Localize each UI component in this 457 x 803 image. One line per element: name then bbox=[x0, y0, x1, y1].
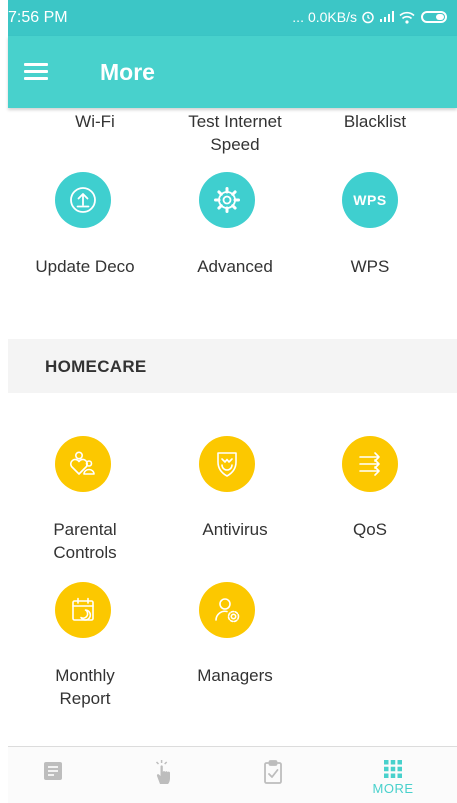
upload-icon[interactable] bbox=[55, 172, 111, 228]
wps-icon[interactable]: WPS bbox=[342, 172, 398, 228]
more-indicator: ... bbox=[292, 9, 304, 25]
tile-blacklist[interactable]: Blacklist bbox=[305, 110, 445, 133]
tile-label: Antivirus bbox=[202, 520, 268, 539]
homecare-section-header: HOMECARE bbox=[8, 339, 457, 393]
tile-test-internet-speed[interactable]: Test Internet Speed bbox=[165, 110, 305, 156]
gear-icon[interactable] bbox=[199, 172, 255, 228]
tile-label: Monthly bbox=[55, 666, 115, 685]
tile-parental-controls[interactable]: Parental Controls bbox=[15, 518, 155, 564]
section-title: HOMECARE bbox=[45, 357, 147, 376]
calendar-icon[interactable] bbox=[55, 582, 111, 638]
tile-label: Managers bbox=[197, 666, 273, 685]
qos-icon[interactable] bbox=[342, 436, 398, 492]
alarm-icon bbox=[362, 11, 374, 24]
tile-label: Parental bbox=[53, 520, 117, 539]
tile-label: Advanced bbox=[197, 257, 273, 276]
touch-icon bbox=[155, 760, 170, 784]
tile-label: Wi-Fi bbox=[75, 112, 115, 131]
tile-label: Blacklist bbox=[343, 112, 407, 131]
status-indicators: ... 0.0KB/s bbox=[292, 9, 447, 25]
nav-item-more[interactable]: MORE bbox=[348, 747, 438, 803]
nav-label-more: MORE bbox=[372, 781, 414, 796]
signal-icon bbox=[380, 11, 394, 22]
menu-icon[interactable] bbox=[24, 63, 48, 81]
tile-label: Speed bbox=[210, 135, 260, 154]
tile-label: WPS bbox=[350, 257, 390, 276]
tile-monthly-report[interactable]: Monthly Report bbox=[15, 664, 155, 710]
nav-item-clipboard[interactable] bbox=[228, 747, 318, 803]
status-bar: 7:56 PM ... 0.0KB/s bbox=[8, 0, 457, 36]
wifi-icon bbox=[399, 11, 415, 24]
app-bar: More bbox=[8, 36, 457, 108]
tile-label: Report bbox=[59, 689, 111, 708]
tile-advanced[interactable]: Advanced bbox=[165, 255, 305, 278]
parental-controls-icon[interactable] bbox=[55, 436, 111, 492]
more-content[interactable]: Wi-Fi Test Internet Speed Blacklist Upda… bbox=[8, 108, 457, 746]
tile-label: Test Internet bbox=[188, 112, 282, 131]
tile-label: Controls bbox=[53, 543, 117, 562]
tile-managers[interactable]: Managers bbox=[165, 664, 305, 687]
tile-wifi[interactable]: Wi-Fi bbox=[25, 110, 165, 133]
tile-label: Update Deco bbox=[35, 257, 135, 276]
status-time: 7:56 PM bbox=[8, 9, 68, 26]
bottom-navigation: MORE bbox=[8, 746, 457, 803]
tile-label: QoS bbox=[352, 520, 388, 539]
wps-icon-text: WPS bbox=[353, 192, 387, 208]
battery-icon bbox=[421, 11, 447, 23]
nav-item-touch[interactable] bbox=[118, 747, 208, 803]
overview-icon bbox=[44, 762, 62, 780]
tile-wps[interactable]: WPS bbox=[300, 255, 440, 278]
nav-item-overview[interactable] bbox=[8, 747, 98, 803]
tile-antivirus[interactable]: Antivirus bbox=[165, 518, 305, 541]
shield-icon[interactable] bbox=[199, 436, 255, 492]
manager-icon[interactable] bbox=[199, 582, 255, 638]
tile-update-deco[interactable]: Update Deco bbox=[15, 255, 155, 278]
network-speed: 0.0KB/s bbox=[307, 9, 357, 25]
page-title: More bbox=[100, 59, 155, 85]
tile-qos[interactable]: QoS bbox=[300, 518, 440, 541]
clipboard-icon bbox=[264, 760, 282, 784]
grid-icon bbox=[384, 760, 402, 778]
